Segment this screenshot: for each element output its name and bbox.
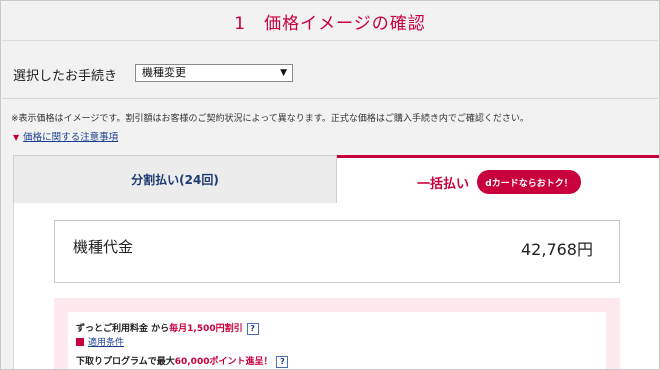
help-icon[interactable]: ? [276,356,289,368]
app-frame: 1 価格イメージの確認 選択したお手続き 機種変更 ▼ ※表示価格はイメージです… [0,0,660,370]
price-box: 機種代金 42,768円 [54,220,620,283]
price-notes-link-label: 価格に関する注意事項 [23,132,119,143]
promo-box: ずっとご利用料金 から毎月1,500円割引? 適用条件 下取りプログラムで最大6… [54,298,620,369]
page-title: 1 価格イメージの確認 [234,14,426,34]
price-value: 42,768円 [521,240,593,259]
dropdown-arrow-icon: ▼ [280,68,287,78]
procedure-select[interactable]: 機種変更 ▼ [135,64,293,82]
dcard-badge[interactable]: dカードならおトク！ [477,170,581,194]
condition-link[interactable]: 適用条件 [76,335,124,348]
condition-link-label: 適用条件 [88,338,125,348]
help-icon[interactable]: ? [246,323,259,335]
tab-lump-sum-label: 一括払い [417,177,470,192]
tab-installment-label: 分割払い(24回) [131,173,219,187]
price-note: ※表示価格はイメージです。割引額はお客様のご契約状況によって異なります。正式な価… [11,114,529,124]
price-notes-link[interactable]: ▼ 価格に関する注意事項 [13,129,118,143]
promo-inner: ずっとご利用料金 から毎月1,500円割引? 適用条件 下取りプログラムで最大6… [68,312,606,369]
tab-lump-sum[interactable]: 一括払い dカードならおトク！ [337,155,659,204]
discount-highlight: 毎月1,500円割引 [169,324,243,334]
tab-installment[interactable]: 分割払い(24回) [13,155,337,203]
tradein-highlight: 60,000ポイント進呈！ [174,357,273,367]
title-divider [2,40,658,41]
triangle-down-icon: ▼ [13,133,20,142]
tradein-text: 下取りプログラムで最大 [76,357,175,367]
procedure-label: 選択したお手続き [13,69,118,84]
document-icon [76,338,84,346]
discount-text: ずっとご利用料金 から [76,324,170,334]
procedure-select-value: 機種変更 [142,66,186,79]
price-label: 機種代金 [73,238,134,256]
discount-line: ずっとご利用料金 から毎月1,500円割引? [76,321,259,335]
section-divider [2,98,658,99]
tradein-line: 下取りプログラムで最大60,000ポイント進呈！? [76,354,289,368]
